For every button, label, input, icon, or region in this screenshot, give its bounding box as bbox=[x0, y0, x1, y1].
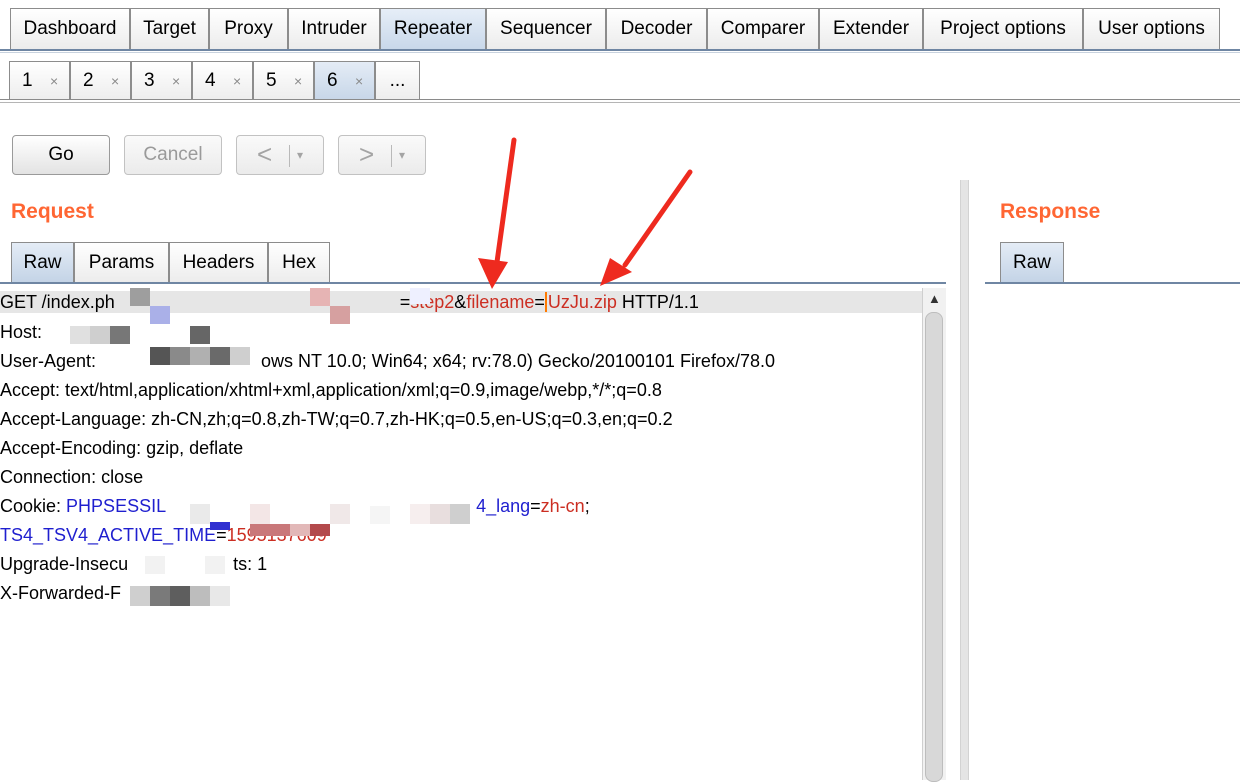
annotation-overlay bbox=[478, 137, 693, 289]
annotation-arrow-icon bbox=[478, 137, 517, 289]
annotation-arrow-icon bbox=[600, 169, 693, 286]
